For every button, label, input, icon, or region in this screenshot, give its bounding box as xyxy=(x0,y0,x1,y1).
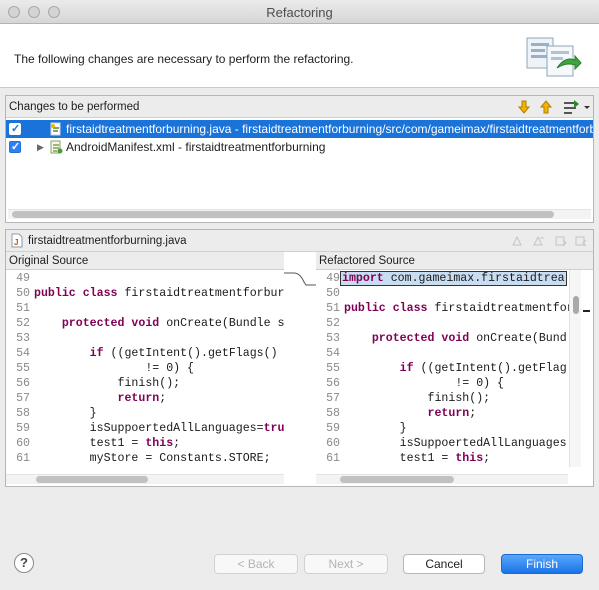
line-number: 56 xyxy=(16,377,30,390)
compare-panel: J firstaidtreatmentforburning.java Origi… xyxy=(5,229,594,487)
refactoring-wizard-icon xyxy=(526,37,582,77)
refactored-source-header: Refactored Source xyxy=(316,252,593,270)
code-line: isSuppoertedAllLanguages xyxy=(344,437,567,450)
line-number: 57 xyxy=(16,392,30,405)
title-bar: Refactoring xyxy=(0,0,599,24)
line-number: 55 xyxy=(326,362,340,375)
original-source-header: Original Source xyxy=(6,252,284,270)
line-number: 58 xyxy=(326,407,340,420)
window-title: Refactoring xyxy=(266,5,333,20)
line-number: 54 xyxy=(16,347,30,360)
code-line: public class firstaidtreatmentforbu xyxy=(344,302,580,315)
code-line: test1 = this; xyxy=(34,437,181,450)
compare-header: J firstaidtreatmentforburning.java xyxy=(6,230,593,252)
diff-connector-line xyxy=(284,272,316,286)
line-number: 49 xyxy=(16,272,30,285)
diff-connector-gutter xyxy=(284,270,316,467)
line-number: 59 xyxy=(326,422,340,435)
code-line: != 0) { xyxy=(34,362,195,375)
code-line: if ((getIntent().getFlags() xyxy=(89,347,278,360)
dialog-footer: ? < Back Next > Cancel Finish xyxy=(0,540,599,590)
code-line: != 0) { xyxy=(344,377,505,390)
code-line: myStore = Constants.STORE; xyxy=(34,452,271,465)
changes-panel-header: Changes to be performed xyxy=(6,96,593,118)
change-item-manifest-checkbox[interactable] xyxy=(9,138,21,156)
next-button[interactable]: Next > xyxy=(304,554,388,574)
change-item-java-checkbox[interactable] xyxy=(9,120,21,138)
line-number: 50 xyxy=(326,287,340,300)
code-line: return; xyxy=(427,407,477,420)
code-line-highlighted: import com.gameimax.firstaidtrea xyxy=(340,271,567,286)
line-number: 53 xyxy=(326,332,340,345)
next-difference-icon[interactable] xyxy=(532,234,546,248)
java-file-icon: J xyxy=(11,233,23,248)
refactored-h-scroll-thumb[interactable] xyxy=(340,476,454,483)
original-scroll-thumb[interactable] xyxy=(36,476,148,483)
code-line: finish(); xyxy=(34,377,181,390)
changes-horizontal-scrollbar[interactable] xyxy=(8,209,591,219)
original-source-pane[interactable]: 49 50 public class firstaidtreatmentforb… xyxy=(6,270,284,467)
original-horizontal-scrollbar[interactable] xyxy=(6,474,284,484)
changes-panel-title: Changes to be performed xyxy=(9,101,140,113)
line-number: 56 xyxy=(326,377,340,390)
code-line: test1 = this; xyxy=(344,452,491,465)
code-line: finish(); xyxy=(344,392,491,405)
expand-triangle-icon[interactable]: ▶ xyxy=(37,138,44,156)
code-line: return; xyxy=(117,392,167,405)
wizard-message: The following changes are necessary to p… xyxy=(14,52,354,66)
refactored-vertical-scrollbar[interactable] xyxy=(569,270,581,467)
code-line: public class firstaidtreatmentforburni xyxy=(34,287,284,300)
line-number: 60 xyxy=(16,437,30,450)
change-item-java-label: firstaidtreatmentforburning.java - first… xyxy=(66,122,593,136)
line-number: 55 xyxy=(16,362,30,375)
line-number: 58 xyxy=(16,407,30,420)
line-number: 60 xyxy=(326,437,340,450)
line-number: 59 xyxy=(16,422,30,435)
line-number: 53 xyxy=(16,332,30,345)
change-item-manifest-label: AndroidManifest.xml - firstaidtreatmentf… xyxy=(66,140,326,154)
previous-change-arrow-up-icon[interactable] xyxy=(538,99,554,115)
line-number: 54 xyxy=(326,347,340,360)
change-item-java[interactable]: firstaidtreatmentforburning.java - first… xyxy=(6,120,593,138)
line-number: 51 xyxy=(16,302,30,315)
cancel-button[interactable]: Cancel xyxy=(403,554,485,574)
refactored-scroll-thumb[interactable] xyxy=(573,296,579,314)
java-file-change-icon xyxy=(50,122,61,136)
code-line: if ((getIntent().getFlag xyxy=(399,362,567,375)
code-line: } xyxy=(344,422,407,435)
copy-right-to-left-icon[interactable] xyxy=(510,234,524,248)
change-item-manifest[interactable]: ▶ AndroidManifest.xml - firstaidtreatmen… xyxy=(6,138,593,156)
line-number: 51 xyxy=(326,302,340,315)
line-number: 61 xyxy=(16,452,30,465)
next-change-icon[interactable] xyxy=(574,234,588,248)
xml-file-change-icon xyxy=(50,140,63,154)
line-number: 61 xyxy=(326,452,340,465)
refactored-source-pane[interactable]: 49 import com.gameimax.firstaidtrea 50 5… xyxy=(316,270,580,467)
help-icon[interactable]: ? xyxy=(14,553,34,573)
code-line: protected void onCreate(Bund xyxy=(371,332,567,345)
back-button[interactable]: < Back xyxy=(214,554,298,574)
line-number: 49 xyxy=(326,272,340,285)
filter-menu-icon[interactable] xyxy=(563,99,591,115)
wizard-header: The following changes are necessary to p… xyxy=(0,24,599,88)
code-line: protected void onCreate(Bundle s xyxy=(61,317,284,330)
changes-panel: Changes to be performed firstaidtreatmen… xyxy=(5,95,594,223)
code-line: isSuppoertedAllLanguages=tru xyxy=(34,422,284,435)
line-number: 50 xyxy=(16,287,30,300)
previous-difference-icon[interactable] xyxy=(554,234,568,248)
refactored-horizontal-scrollbar[interactable] xyxy=(316,474,568,484)
compare-file-name: firstaidtreatmentforburning.java xyxy=(28,235,187,247)
line-number: 52 xyxy=(16,317,30,330)
code-line: } xyxy=(34,407,97,420)
finish-button[interactable]: Finish xyxy=(501,554,583,574)
next-change-arrow-down-icon[interactable] xyxy=(516,99,532,115)
changes-scroll-thumb[interactable] xyxy=(12,211,554,218)
svg-text:J: J xyxy=(14,238,18,247)
line-number: 52 xyxy=(326,317,340,330)
change-overview-marker xyxy=(583,310,590,312)
line-number: 57 xyxy=(326,392,340,405)
